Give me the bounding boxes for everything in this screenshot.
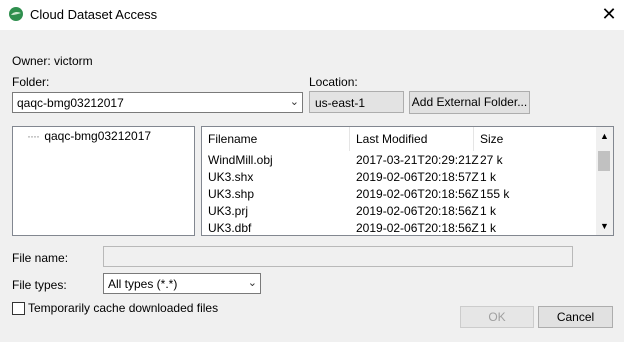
location-label: Location: bbox=[309, 75, 358, 89]
folder-tree[interactable]: ···· qaqc-bmg03212017 bbox=[12, 126, 195, 236]
owner-value: victorm bbox=[54, 54, 93, 68]
column-header-last-modified[interactable]: Last Modified bbox=[350, 127, 474, 151]
window-title: Cloud Dataset Access bbox=[30, 7, 158, 22]
close-icon[interactable]: ✕ bbox=[599, 4, 619, 24]
size-cell: 1 k bbox=[480, 221, 497, 235]
modified-cell: 2017-03-21T20:29:21Z bbox=[356, 153, 479, 167]
scrollbar-thumb[interactable] bbox=[598, 151, 610, 171]
globe-app-icon bbox=[9, 7, 23, 21]
tree-connector: ···· bbox=[27, 129, 40, 143]
filename-cell: UK3.dbf bbox=[208, 221, 252, 235]
file-types-label: File types: bbox=[12, 278, 67, 292]
modified-cell: 2019-02-06T20:18:56Z bbox=[356, 221, 479, 235]
size-cell: 1 k bbox=[480, 204, 497, 218]
scroll-up-icon[interactable]: ▲ bbox=[600, 131, 609, 141]
cache-checkbox[interactable] bbox=[12, 302, 25, 315]
modified-cell: 2019-02-06T20:18:56Z bbox=[356, 204, 479, 218]
file-table[interactable]: Filename Last Modified Size WindMill.obj… bbox=[201, 126, 614, 236]
owner-label: Owner: bbox=[12, 54, 51, 68]
tree-item-label: qaqc-bmg03212017 bbox=[44, 129, 152, 143]
file-name-input[interactable] bbox=[103, 246, 573, 267]
file-types-value: All types (*.*) bbox=[108, 277, 178, 291]
cache-checkbox-label[interactable]: Temporarily cache downloaded files bbox=[28, 301, 218, 315]
title-bar: Cloud Dataset Access ✕ bbox=[0, 0, 624, 30]
size-cell: 1 k bbox=[480, 170, 497, 184]
filename-cell: UK3.shx bbox=[208, 170, 254, 184]
location-value: us-east-1 bbox=[315, 96, 366, 110]
modified-cell: 2019-02-06T20:18:57Z bbox=[356, 170, 479, 184]
location-field: us-east-1 bbox=[309, 91, 404, 113]
ok-button[interactable]: OK bbox=[460, 306, 534, 328]
file-name-label: File name: bbox=[12, 251, 69, 265]
folder-dropdown-value: qaqc-bmg03212017 bbox=[17, 96, 124, 110]
tree-item[interactable]: ···· qaqc-bmg03212017 bbox=[27, 129, 151, 143]
chevron-down-icon: ⌄ bbox=[289, 96, 299, 108]
file-types-dropdown[interactable]: All types (*.*) ⌄ bbox=[103, 273, 261, 294]
column-header-size[interactable]: Size bbox=[474, 127, 597, 151]
filename-cell: WindMill.obj bbox=[208, 153, 273, 167]
filename-cell: UK3.shp bbox=[208, 187, 255, 201]
modified-cell: 2019-02-06T20:18:56Z bbox=[356, 187, 479, 201]
add-external-folder-button[interactable]: Add External Folder... bbox=[409, 91, 530, 114]
chevron-down-icon: ⌄ bbox=[247, 277, 257, 289]
filename-cell: UK3.prj bbox=[208, 204, 249, 218]
vertical-scrollbar[interactable]: ▲ ▼ bbox=[596, 127, 613, 235]
size-cell: 155 k bbox=[480, 187, 510, 201]
folder-dropdown[interactable]: qaqc-bmg03212017 ⌄ bbox=[12, 92, 303, 113]
column-header-filename[interactable]: Filename bbox=[202, 127, 350, 151]
size-cell: 27 k bbox=[480, 153, 503, 167]
cancel-button[interactable]: Cancel bbox=[538, 306, 613, 328]
scroll-down-icon[interactable]: ▼ bbox=[600, 221, 609, 231]
folder-label: Folder: bbox=[12, 75, 50, 89]
